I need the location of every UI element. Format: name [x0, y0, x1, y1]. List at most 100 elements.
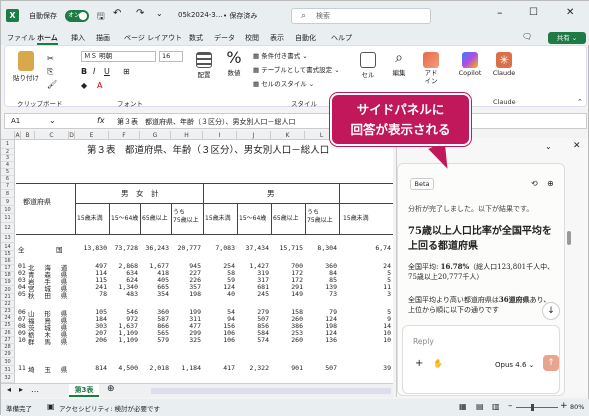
data-cell[interactable]: 4,500: [118, 364, 138, 372]
data-cell[interactable]: 8,304: [317, 244, 337, 252]
search-box[interactable]: ⌕ 検索: [291, 8, 431, 24]
format-painter-icon[interactable]: 🖌: [47, 80, 57, 89]
redo-icon[interactable]: ↷: [136, 8, 144, 19]
addin-button[interactable]: アド イン: [419, 52, 443, 85]
row-header[interactable]: 8: [1, 190, 15, 198]
data-cell[interactable]: 260: [291, 336, 303, 344]
edit-button[interactable]: ⌕ 編集: [387, 50, 411, 77]
minimize-icon[interactable]: –: [497, 6, 503, 19]
accessibility-status[interactable]: アクセシビリティ: 検討が必要です: [59, 403, 160, 413]
row-header[interactable]: 31: [1, 366, 15, 374]
row-header[interactable]: 7: [1, 183, 15, 190]
tab-automate[interactable]: 自動化: [295, 33, 316, 43]
data-cell[interactable]: 20,777: [178, 244, 201, 252]
data-cell[interactable]: 206: [95, 336, 107, 344]
name-box-dropdown-icon[interactable]: ⌄: [49, 116, 56, 125]
row-header[interactable]: 23: [1, 308, 15, 315]
copilot-button[interactable]: Copilot: [455, 52, 485, 77]
collapse-ribbon-icon[interactable]: ⌃: [577, 98, 583, 106]
data-cell[interactable]: 245: [257, 290, 269, 298]
autosave-toggle[interactable]: オン: [65, 10, 89, 22]
row-header[interactable]: 12: [1, 223, 15, 234]
row-header[interactable]: 32: [1, 374, 15, 383]
align-button[interactable]: 配置: [191, 52, 217, 79]
row-header[interactable]: 20: [1, 286, 15, 294]
font-name-select[interactable]: ＭＳ 明朝: [81, 51, 156, 62]
column-header-f[interactable]: F: [109, 131, 140, 140]
fx-icon[interactable]: fx: [97, 116, 105, 125]
worksheet-grid[interactable]: A B C D E F G H I J K L 1 2 3 4 5 6 7 8 9 10 11 12 1…: [1, 131, 393, 383]
data-cell[interactable]: 39: [383, 364, 391, 372]
data-cell[interactable]: 136: [325, 336, 337, 344]
cut-icon[interactable]: ✂: [47, 54, 54, 63]
formula-input[interactable]: 第３表 都道府県、年齢（３区分）、男女別人口－総人口: [117, 117, 296, 127]
history-icon[interactable]: ⟲: [531, 179, 538, 188]
page-break-icon[interactable]: ▥: [492, 402, 500, 411]
column-header-k[interactable]: K: [271, 131, 305, 140]
tab-home[interactable]: ホーム: [37, 33, 58, 45]
tab-page-layout[interactable]: ページ レイアウト: [124, 33, 182, 43]
row-header[interactable]: 13: [1, 234, 15, 243]
data-cell[interactable]: 10: [383, 336, 391, 344]
data-cell[interactable]: 13,830: [84, 244, 107, 252]
add-sheet-icon[interactable]: ⊕: [107, 384, 115, 394]
row-header[interactable]: 15: [1, 251, 15, 258]
cond-format-button[interactable]: ▦ 条件付き書式 ⌄: [253, 50, 308, 60]
data-cell[interactable]: 507: [325, 364, 337, 372]
cell-button[interactable]: セル: [357, 52, 379, 79]
prev-sheet-icon[interactable]: ◂: [7, 385, 11, 394]
panel-scrollbar[interactable]: [567, 231, 571, 245]
data-cell[interactable]: 198: [189, 290, 201, 298]
sheet-tab-3[interactable]: 第3表: [69, 384, 99, 397]
tab-insert[interactable]: 挿入: [71, 33, 85, 43]
column-header-c[interactable]: C: [35, 131, 69, 140]
font-size-select[interactable]: 16: [159, 51, 183, 62]
more-sheets-icon[interactable]: …: [31, 385, 39, 394]
row-header[interactable]: 27: [1, 337, 15, 344]
column-header-e[interactable]: E: [75, 131, 109, 140]
row-header[interactable]: 1: [1, 140, 15, 149]
row-header[interactable]: 30: [1, 358, 15, 366]
data-cell[interactable]: 354: [157, 290, 169, 298]
data-cell[interactable]: 574: [257, 336, 269, 344]
zoom-in-icon[interactable]: +: [560, 401, 568, 411]
tab-formulas[interactable]: 数式: [189, 33, 203, 43]
data-cell[interactable]: 579: [157, 336, 169, 344]
save-icon[interactable]: 🖫: [97, 9, 105, 25]
row-header[interactable]: 5: [1, 169, 15, 176]
row-header[interactable]: 10: [1, 206, 15, 214]
row-header[interactable]: 3: [1, 155, 15, 162]
hand-tool-icon[interactable]: ✋: [433, 359, 443, 368]
data-cell[interactable]: 73,728: [115, 244, 138, 252]
row-header[interactable]: 24: [1, 315, 15, 322]
number-button[interactable]: % 数値: [221, 50, 247, 78]
data-cell[interactable]: 73: [329, 290, 337, 298]
row-header[interactable]: 29: [1, 351, 15, 358]
underline-icon[interactable]: U: [104, 67, 110, 76]
data-cell[interactable]: 2,322: [249, 364, 269, 372]
data-cell[interactable]: 78: [99, 290, 107, 298]
row-header[interactable]: 21: [1, 294, 15, 301]
panel-options-icon[interactable]: ⌄: [545, 142, 552, 151]
zoom-slider[interactable]: [516, 407, 558, 408]
maximize-icon[interactable]: ☐: [529, 7, 538, 18]
name-box[interactable]: A1: [11, 117, 20, 125]
model-selector[interactable]: Opus 4.6 ⌄: [495, 361, 534, 369]
copy-icon[interactable]: ⎘: [47, 67, 53, 77]
tab-view[interactable]: 表示: [270, 33, 284, 43]
fill-color-icon[interactable]: ◆: [81, 81, 87, 90]
row-header[interactable]: 4: [1, 162, 15, 169]
bold-icon[interactable]: B: [81, 67, 87, 76]
undo-icon[interactable]: ↶: [113, 8, 121, 19]
data-cell[interactable]: 1,184: [181, 364, 201, 372]
data-cell[interactable]: 483: [126, 290, 138, 298]
data-cell[interactable]: 325: [189, 336, 201, 344]
column-header-h[interactable]: H: [171, 131, 203, 140]
macro-icon[interactable]: ▣: [47, 402, 55, 411]
scroll-down-button[interactable]: ↓: [542, 302, 560, 320]
zoom-out-icon[interactable]: –: [508, 401, 513, 411]
share-button[interactable]: 共有 ⌄: [548, 32, 586, 44]
data-cell[interactable]: 40: [227, 290, 235, 298]
tab-data[interactable]: データ: [214, 33, 235, 43]
reply-composer[interactable]: Reply + ✋ Opus 4.6 ⌄ ↑: [402, 325, 560, 394]
